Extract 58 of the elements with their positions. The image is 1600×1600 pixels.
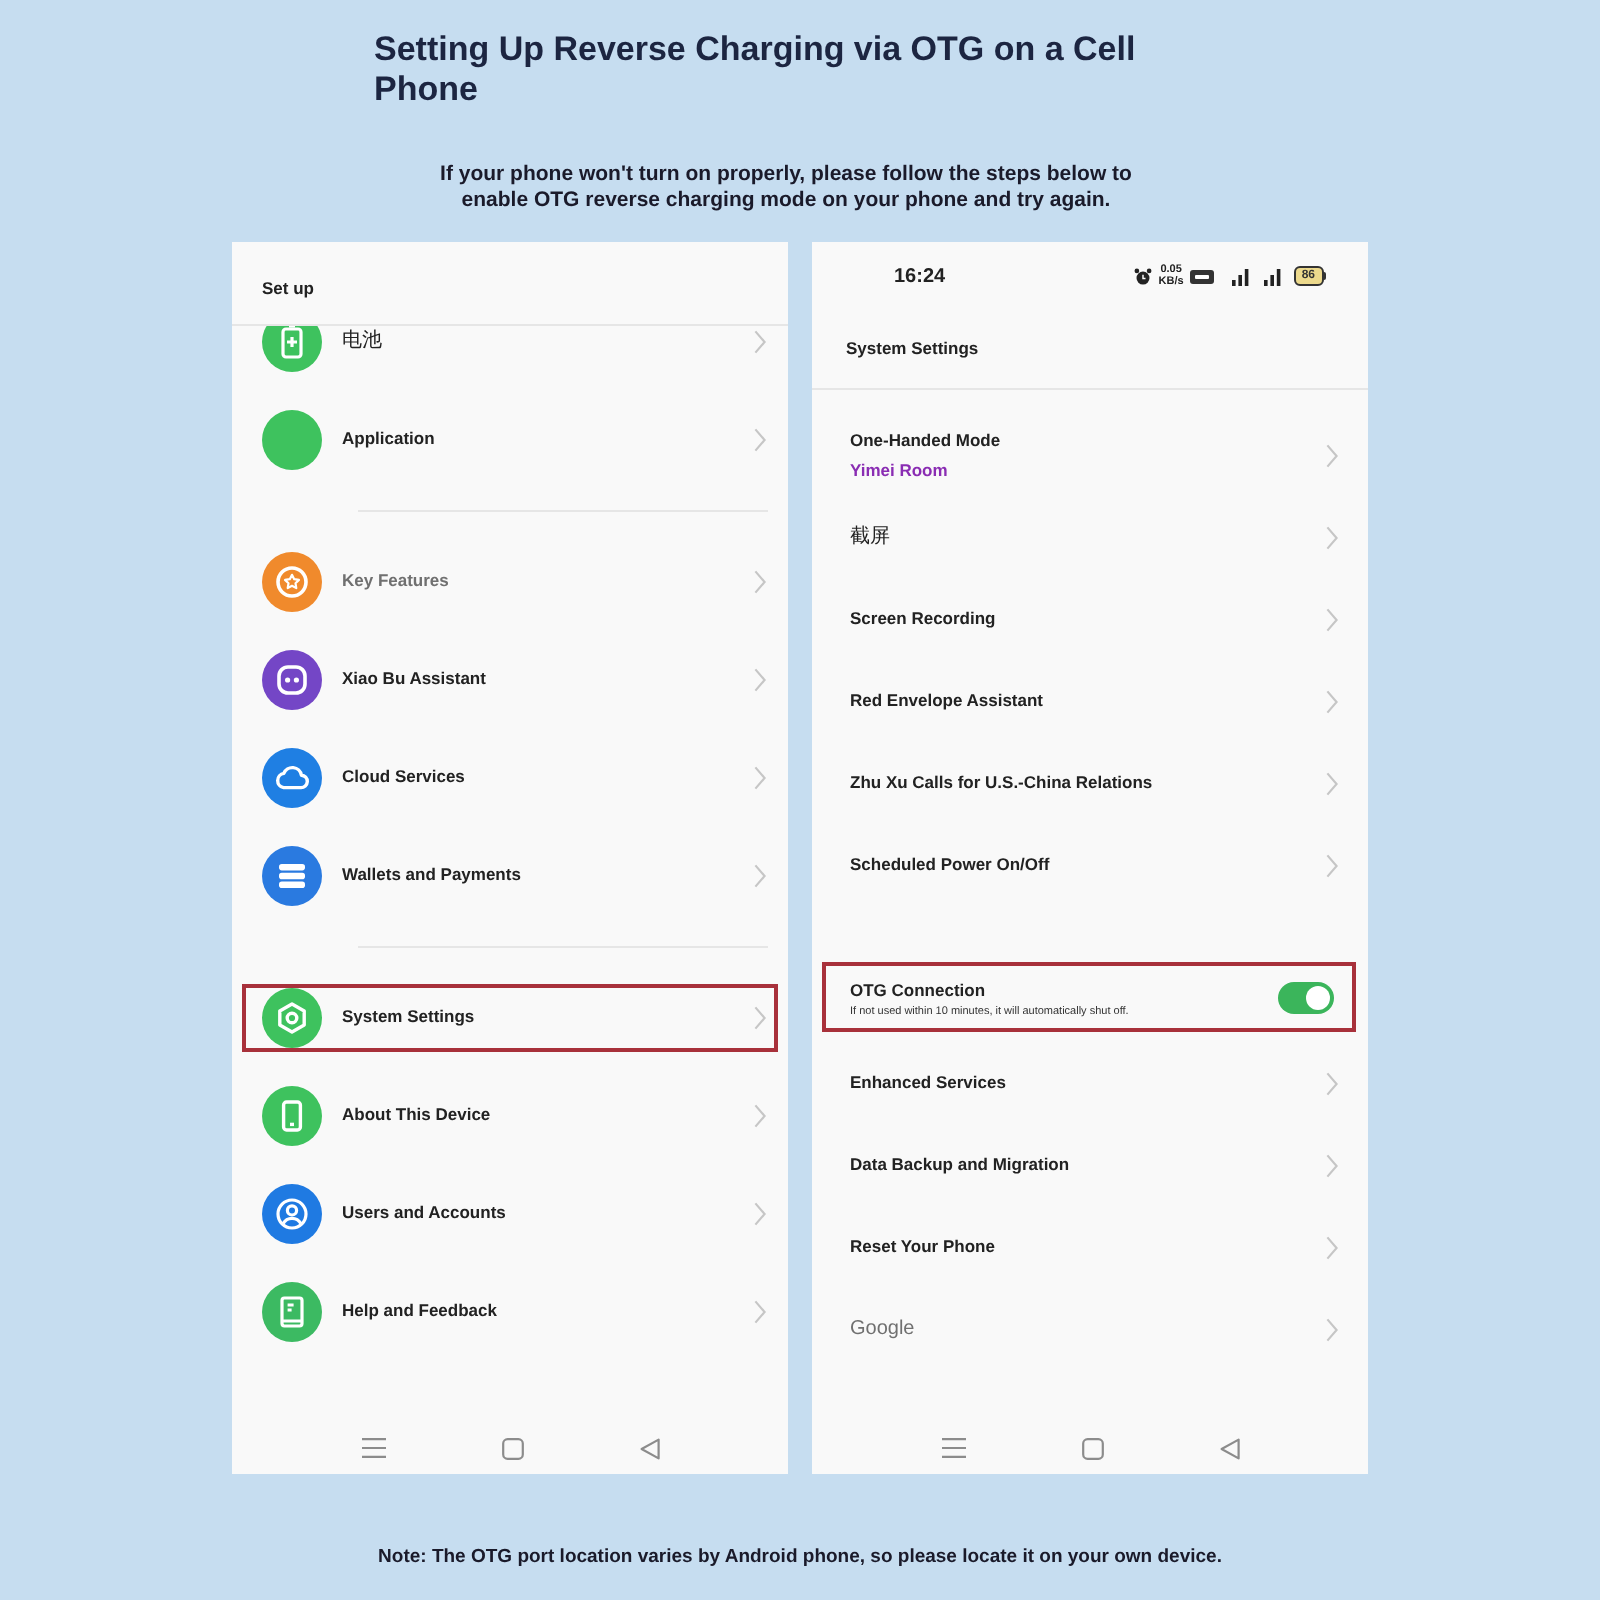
screen-title: System Settings xyxy=(846,336,979,362)
menu-item[interactable]: Cloud Services xyxy=(242,743,778,811)
menu-icon[interactable] xyxy=(941,1438,965,1458)
chevron-icon xyxy=(754,1103,766,1127)
note-text: Note: The OTG port location varies by Android phone, so please locate it on your own device. xyxy=(376,1546,1224,1570)
signal-icon xyxy=(1263,267,1282,285)
back-icon[interactable] xyxy=(639,1437,659,1459)
menu-item[interactable]: Wallets and Payments xyxy=(242,841,778,909)
chevron-icon xyxy=(1326,525,1338,549)
settings-item[interactable]: 截屏 xyxy=(822,502,1356,572)
intro-text: If your phone won't turn on properly, please follow the steps below to enable OTG reverse charging mode on your phone and try again. xyxy=(438,162,1134,214)
tag-icon xyxy=(1189,269,1214,283)
chevron-icon xyxy=(1326,1235,1338,1259)
settings-item[interactable]: Enhanced Services xyxy=(822,1048,1356,1118)
chevron-icon xyxy=(1326,443,1338,467)
menu-item[interactable]: Help and Feedback xyxy=(242,1277,778,1345)
chevron-icon xyxy=(1326,689,1338,713)
value-text: Yimei Room xyxy=(850,457,950,483)
back-icon[interactable] xyxy=(1219,1437,1239,1459)
status-time: 16:24 xyxy=(894,263,946,291)
home-icon[interactable] xyxy=(501,1437,523,1459)
chevron-icon xyxy=(754,1005,766,1029)
screen-title: Set up xyxy=(262,275,314,301)
chevron-icon xyxy=(754,1201,766,1225)
menu-item[interactable]: About This Device xyxy=(242,1081,778,1149)
chevron-icon xyxy=(754,1299,766,1323)
chevron-icon xyxy=(1326,771,1338,795)
chevron-icon xyxy=(1326,1153,1338,1177)
chevron-icon xyxy=(754,863,766,887)
menu-item[interactable]: System Settings xyxy=(242,983,778,1051)
chevron-icon xyxy=(754,569,766,593)
alarm-icon xyxy=(1134,267,1153,285)
settings-item[interactable]: Scheduled Power On/Off xyxy=(822,830,1356,900)
page-title: Setting Up Reverse Charging via OTG on a Cell Phone xyxy=(374,30,1138,110)
menu-item[interactable]: Xiao Bu Assistant xyxy=(242,645,778,713)
chevron-icon xyxy=(1326,853,1338,877)
menu-icon[interactable] xyxy=(361,1438,385,1458)
settings-item[interactable]: Red Envelope Assistant xyxy=(822,666,1356,736)
home-icon[interactable] xyxy=(1081,1437,1103,1459)
chevron-icon xyxy=(754,329,766,353)
settings-item[interactable]: Google xyxy=(822,1294,1356,1364)
menu-item[interactable]: Application xyxy=(242,405,778,473)
settings-item[interactable]: Reset Your Phone xyxy=(822,1212,1356,1282)
settings-item[interactable]: Data Backup and Migration xyxy=(822,1130,1356,1200)
chevron-icon xyxy=(754,667,766,691)
signal-icon xyxy=(1231,267,1250,285)
chevron-icon xyxy=(1326,1317,1338,1341)
toggle-switch[interactable] xyxy=(1278,981,1334,1013)
settings-item[interactable]: Zhu Xu Calls for U.S.-China Relations xyxy=(822,748,1356,818)
menu-item[interactable]: 电池 xyxy=(242,326,778,375)
chevron-icon xyxy=(1326,607,1338,631)
settings-item[interactable]: Screen Recording xyxy=(822,584,1356,654)
menu-item[interactable]: Key Features xyxy=(242,547,778,615)
chevron-icon xyxy=(754,765,766,789)
menu-item[interactable]: Users and Accounts xyxy=(242,1179,778,1247)
chevron-icon xyxy=(1326,1071,1338,1095)
chevron-icon xyxy=(754,427,766,451)
settings-item[interactable]: One-Handed Mode Yimei Room xyxy=(822,420,1356,490)
